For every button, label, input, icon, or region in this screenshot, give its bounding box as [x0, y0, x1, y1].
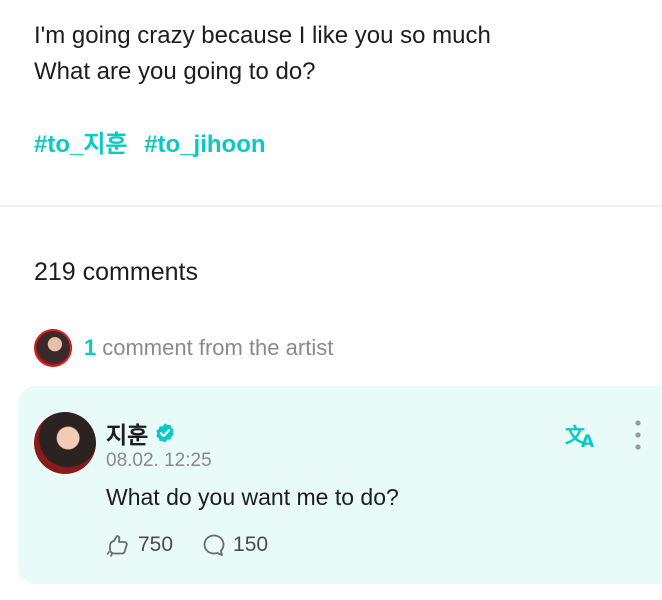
post-text: I'm going crazy because I like you so mu…	[34, 18, 491, 90]
verified-badge-icon	[156, 423, 174, 443]
artist-avatar	[34, 329, 72, 367]
section-divider	[0, 205, 662, 207]
like-count: 750	[138, 533, 174, 556]
post-line-2: What are you going to do?	[34, 58, 316, 85]
svg-text:A: A	[581, 432, 595, 450]
comment-author[interactable]: 지훈	[106, 416, 148, 450]
like-button[interactable]: 750	[106, 532, 173, 558]
hashtags: #to_지훈 #to_jihoon	[34, 124, 276, 159]
comment-avatar[interactable]	[34, 412, 96, 474]
comment-timestamp: 08.02. 12:25	[106, 450, 212, 471]
comment-text: What do you want me to do?	[106, 484, 399, 510]
like-icon	[106, 535, 128, 557]
translate-icon[interactable]: 文 A	[564, 420, 600, 450]
reply-icon	[203, 534, 225, 556]
post-line-1: I'm going crazy because I like you so mu…	[34, 22, 491, 49]
comment-actions: 750 150	[106, 532, 296, 558]
more-vertical-icon[interactable]	[630, 418, 646, 452]
comments-count: 219 comments	[34, 258, 198, 286]
comment-author-line: 지훈	[106, 416, 176, 450]
reply-count: 150	[233, 533, 269, 556]
artist-comment-count: 1	[84, 335, 97, 360]
artist-comment-label: comment from the artist	[102, 335, 334, 360]
reply-button[interactable]: 150	[201, 532, 268, 558]
hashtag-to-jihoon-korean[interactable]: #to_지훈	[34, 131, 128, 158]
hashtag-to-jihoon[interactable]: #to_jihoon	[144, 131, 265, 158]
artist-comments-link[interactable]: 1 comment from the artist	[34, 328, 333, 368]
artist-comment-card: 지훈 08.02. 12:25 What do you want me to d…	[18, 386, 662, 584]
